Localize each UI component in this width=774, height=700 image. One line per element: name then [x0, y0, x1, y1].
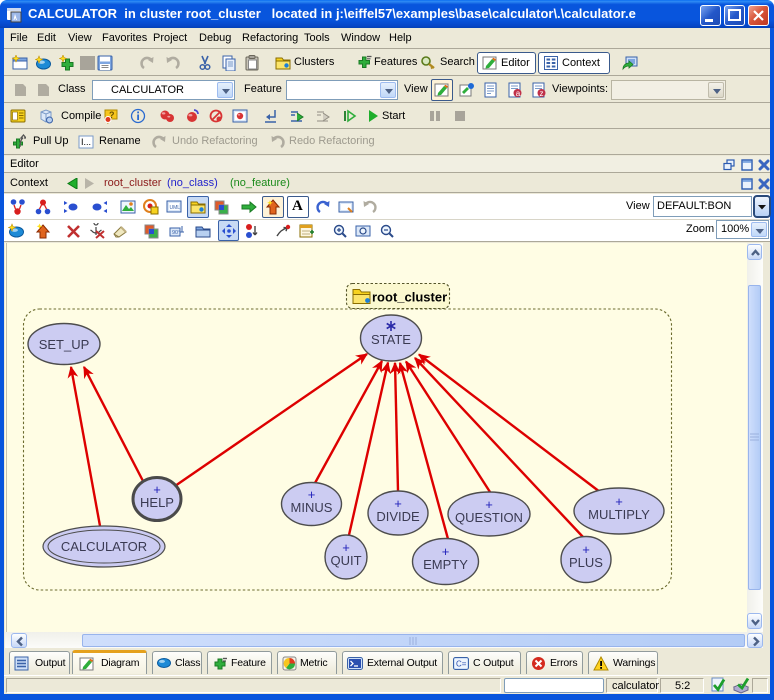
svg-text:I...: I... — [81, 137, 91, 147]
svg-text:PLUS: PLUS — [569, 555, 603, 570]
svg-text:QUIT: QUIT — [330, 553, 361, 568]
svg-text:CALCULATOR: CALCULATOR — [61, 539, 147, 554]
svg-text:root_cluster: root_cluster — [372, 290, 447, 305]
svg-text:DIVIDE: DIVIDE — [376, 509, 420, 524]
svg-text:MINUS: MINUS — [291, 500, 333, 515]
svg-text:STATE: STATE — [371, 332, 411, 347]
svg-text:SET_UP: SET_UP — [39, 337, 90, 352]
svg-text:MULTIPLY: MULTIPLY — [588, 507, 650, 522]
svg-text:a: a — [516, 89, 521, 98]
svg-text:z: z — [540, 89, 544, 98]
svg-text:C=: C= — [456, 660, 467, 669]
svg-text:HELP: HELP — [140, 495, 174, 510]
svg-text:EMPTY: EMPTY — [423, 557, 468, 572]
svg-text:90°: 90° — [172, 230, 180, 236]
svg-text:UML: UML — [170, 205, 181, 211]
svg-text:QUESTION: QUESTION — [455, 510, 523, 525]
